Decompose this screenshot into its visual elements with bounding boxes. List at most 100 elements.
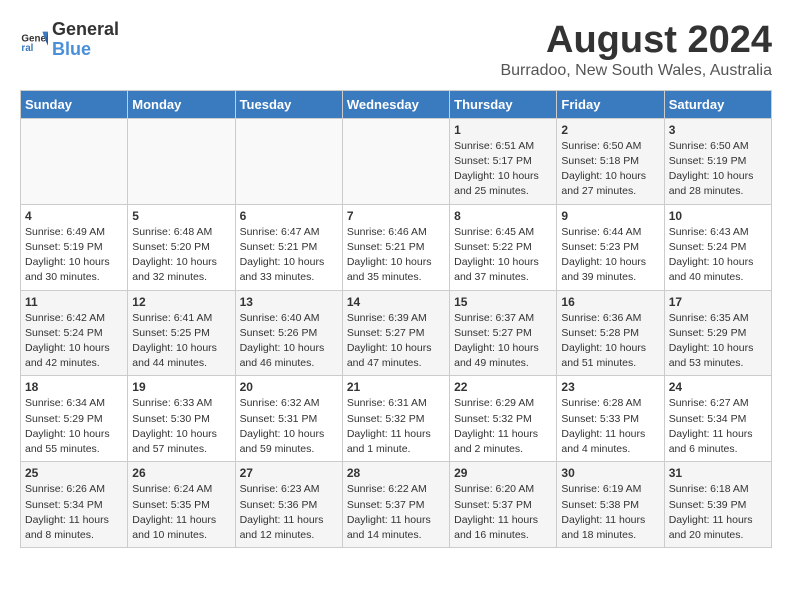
calendar-cell: 8 Sunrise: 6:45 AM Sunset: 5:22 PM Dayli… <box>450 204 557 290</box>
day-info: Sunrise: 6:26 AM Sunset: 5:34 PM Dayligh… <box>25 482 123 543</box>
day-info: Sunrise: 6:46 AM Sunset: 5:21 PM Dayligh… <box>347 225 445 286</box>
daylight-text: Daylight: 10 hours and 35 minutes. <box>347 256 432 283</box>
calendar-cell: 15 Sunrise: 6:37 AM Sunset: 5:27 PM Dayl… <box>450 290 557 376</box>
calendar-cell: 3 Sunrise: 6:50 AM Sunset: 5:19 PM Dayli… <box>664 118 771 204</box>
day-info: Sunrise: 6:37 AM Sunset: 5:27 PM Dayligh… <box>454 311 552 372</box>
day-number: 27 <box>240 466 338 480</box>
sunset-text: Sunset: 5:27 PM <box>454 327 532 339</box>
day-number: 8 <box>454 209 552 223</box>
day-number: 15 <box>454 295 552 309</box>
day-info: Sunrise: 6:39 AM Sunset: 5:27 PM Dayligh… <box>347 311 445 372</box>
sunrise-text: Sunrise: 6:31 AM <box>347 397 427 409</box>
weekday-header-monday: Monday <box>128 90 235 118</box>
day-info: Sunrise: 6:33 AM Sunset: 5:30 PM Dayligh… <box>132 396 230 457</box>
day-number: 24 <box>669 380 767 394</box>
weekday-header-friday: Friday <box>557 90 664 118</box>
daylight-text: Daylight: 10 hours and 25 minutes. <box>454 170 539 197</box>
calendar-cell: 24 Sunrise: 6:27 AM Sunset: 5:34 PM Dayl… <box>664 376 771 462</box>
day-number: 25 <box>25 466 123 480</box>
sunset-text: Sunset: 5:38 PM <box>561 499 639 511</box>
sunset-text: Sunset: 5:27 PM <box>347 327 425 339</box>
sunset-text: Sunset: 5:30 PM <box>132 413 210 425</box>
calendar-cell: 25 Sunrise: 6:26 AM Sunset: 5:34 PM Dayl… <box>21 462 128 548</box>
calendar-cell: 10 Sunrise: 6:43 AM Sunset: 5:24 PM Dayl… <box>664 204 771 290</box>
weekday-header-wednesday: Wednesday <box>342 90 449 118</box>
day-info: Sunrise: 6:34 AM Sunset: 5:29 PM Dayligh… <box>25 396 123 457</box>
page-header: Gene ral General Blue August 2024 Burrad… <box>20 20 772 80</box>
sunrise-text: Sunrise: 6:51 AM <box>454 140 534 152</box>
calendar-week-row: 25 Sunrise: 6:26 AM Sunset: 5:34 PM Dayl… <box>21 462 772 548</box>
sunset-text: Sunset: 5:18 PM <box>561 155 639 167</box>
day-info: Sunrise: 6:48 AM Sunset: 5:20 PM Dayligh… <box>132 225 230 286</box>
sunset-text: Sunset: 5:33 PM <box>561 413 639 425</box>
calendar-week-row: 1 Sunrise: 6:51 AM Sunset: 5:17 PM Dayli… <box>21 118 772 204</box>
sunset-text: Sunset: 5:29 PM <box>669 327 747 339</box>
sunset-text: Sunset: 5:17 PM <box>454 155 532 167</box>
calendar-cell: 22 Sunrise: 6:29 AM Sunset: 5:32 PM Dayl… <box>450 376 557 462</box>
day-info: Sunrise: 6:35 AM Sunset: 5:29 PM Dayligh… <box>669 311 767 372</box>
daylight-text: Daylight: 10 hours and 55 minutes. <box>25 428 110 455</box>
day-info: Sunrise: 6:47 AM Sunset: 5:21 PM Dayligh… <box>240 225 338 286</box>
day-number: 6 <box>240 209 338 223</box>
calendar-cell: 29 Sunrise: 6:20 AM Sunset: 5:37 PM Dayl… <box>450 462 557 548</box>
svg-text:ral: ral <box>21 43 33 54</box>
daylight-text: Daylight: 11 hours and 12 minutes. <box>240 514 324 541</box>
day-info: Sunrise: 6:44 AM Sunset: 5:23 PM Dayligh… <box>561 225 659 286</box>
calendar-cell <box>21 118 128 204</box>
calendar-cell: 20 Sunrise: 6:32 AM Sunset: 5:31 PM Dayl… <box>235 376 342 462</box>
day-number: 1 <box>454 123 552 137</box>
sunrise-text: Sunrise: 6:23 AM <box>240 483 320 495</box>
day-info: Sunrise: 6:51 AM Sunset: 5:17 PM Dayligh… <box>454 139 552 200</box>
day-info: Sunrise: 6:42 AM Sunset: 5:24 PM Dayligh… <box>25 311 123 372</box>
day-info: Sunrise: 6:23 AM Sunset: 5:36 PM Dayligh… <box>240 482 338 543</box>
day-number: 22 <box>454 380 552 394</box>
calendar-cell: 17 Sunrise: 6:35 AM Sunset: 5:29 PM Dayl… <box>664 290 771 376</box>
sunrise-text: Sunrise: 6:47 AM <box>240 226 320 238</box>
daylight-text: Daylight: 10 hours and 47 minutes. <box>347 342 432 369</box>
day-info: Sunrise: 6:36 AM Sunset: 5:28 PM Dayligh… <box>561 311 659 372</box>
day-number: 7 <box>347 209 445 223</box>
day-number: 21 <box>347 380 445 394</box>
daylight-text: Daylight: 11 hours and 14 minutes. <box>347 514 431 541</box>
calendar-cell: 6 Sunrise: 6:47 AM Sunset: 5:21 PM Dayli… <box>235 204 342 290</box>
day-number: 29 <box>454 466 552 480</box>
day-number: 5 <box>132 209 230 223</box>
sunset-text: Sunset: 5:24 PM <box>25 327 103 339</box>
sunrise-text: Sunrise: 6:48 AM <box>132 226 212 238</box>
calendar-cell: 27 Sunrise: 6:23 AM Sunset: 5:36 PM Dayl… <box>235 462 342 548</box>
day-info: Sunrise: 6:32 AM Sunset: 5:31 PM Dayligh… <box>240 396 338 457</box>
daylight-text: Daylight: 11 hours and 6 minutes. <box>669 428 753 455</box>
sunrise-text: Sunrise: 6:42 AM <box>25 312 105 324</box>
sunrise-text: Sunrise: 6:27 AM <box>669 397 749 409</box>
sunrise-text: Sunrise: 6:34 AM <box>25 397 105 409</box>
day-number: 23 <box>561 380 659 394</box>
weekday-header-saturday: Saturday <box>664 90 771 118</box>
calendar-cell: 14 Sunrise: 6:39 AM Sunset: 5:27 PM Dayl… <box>342 290 449 376</box>
calendar-cell: 16 Sunrise: 6:36 AM Sunset: 5:28 PM Dayl… <box>557 290 664 376</box>
calendar-cell: 23 Sunrise: 6:28 AM Sunset: 5:33 PM Dayl… <box>557 376 664 462</box>
daylight-text: Daylight: 10 hours and 27 minutes. <box>561 170 646 197</box>
sunrise-text: Sunrise: 6:22 AM <box>347 483 427 495</box>
day-info: Sunrise: 6:50 AM Sunset: 5:19 PM Dayligh… <box>669 139 767 200</box>
weekday-header-thursday: Thursday <box>450 90 557 118</box>
daylight-text: Daylight: 11 hours and 1 minute. <box>347 428 431 455</box>
sunset-text: Sunset: 5:36 PM <box>240 499 318 511</box>
calendar-cell: 5 Sunrise: 6:48 AM Sunset: 5:20 PM Dayli… <box>128 204 235 290</box>
sunset-text: Sunset: 5:37 PM <box>454 499 532 511</box>
day-number: 20 <box>240 380 338 394</box>
daylight-text: Daylight: 11 hours and 20 minutes. <box>669 514 753 541</box>
calendar-cell: 12 Sunrise: 6:41 AM Sunset: 5:25 PM Dayl… <box>128 290 235 376</box>
daylight-text: Daylight: 10 hours and 46 minutes. <box>240 342 325 369</box>
sunset-text: Sunset: 5:22 PM <box>454 241 532 253</box>
sunrise-text: Sunrise: 6:49 AM <box>25 226 105 238</box>
calendar-cell: 9 Sunrise: 6:44 AM Sunset: 5:23 PM Dayli… <box>557 204 664 290</box>
sunset-text: Sunset: 5:21 PM <box>240 241 318 253</box>
sunset-text: Sunset: 5:28 PM <box>561 327 639 339</box>
day-info: Sunrise: 6:18 AM Sunset: 5:39 PM Dayligh… <box>669 482 767 543</box>
day-number: 19 <box>132 380 230 394</box>
calendar-cell <box>235 118 342 204</box>
calendar-cell: 4 Sunrise: 6:49 AM Sunset: 5:19 PM Dayli… <box>21 204 128 290</box>
sunset-text: Sunset: 5:35 PM <box>132 499 210 511</box>
sunrise-text: Sunrise: 6:45 AM <box>454 226 534 238</box>
sunset-text: Sunset: 5:19 PM <box>669 155 747 167</box>
